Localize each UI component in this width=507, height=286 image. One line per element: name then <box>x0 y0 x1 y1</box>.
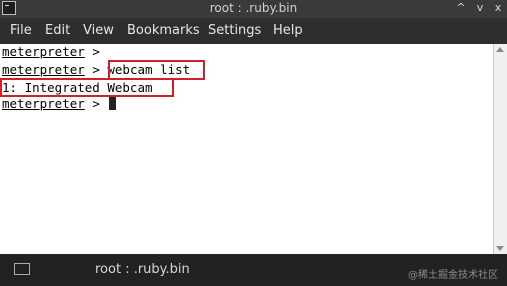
terminal-line: meterpreter > <box>2 44 107 60</box>
menu-edit[interactable]: Edit <box>45 23 70 38</box>
menu-bar: File Edit View Bookmarks Settings Help <box>0 18 507 44</box>
scroll-up-icon[interactable] <box>496 47 504 52</box>
output-highlight-box <box>0 78 174 97</box>
prompt-separator: > <box>84 62 108 77</box>
menu-view[interactable]: View <box>83 23 114 38</box>
minimize-button[interactable]: ^ <box>455 2 467 14</box>
maximize-button[interactable]: v <box>474 2 486 14</box>
menu-file[interactable]: File <box>10 23 32 38</box>
menu-help[interactable]: Help <box>273 23 303 38</box>
taskbar: root : .ruby.bin @稀土掘金技术社区 <box>0 254 507 286</box>
close-button[interactable]: x <box>492 2 504 14</box>
window-titlebar[interactable]: root : .ruby.bin ^ v x <box>0 0 507 18</box>
taskbar-window-label[interactable]: root : .ruby.bin <box>95 262 190 277</box>
vertical-scrollbar[interactable] <box>493 44 507 254</box>
terminal-prompt: meterpreter <box>2 62 85 77</box>
menu-bookmarks[interactable]: Bookmarks <box>127 23 200 38</box>
menu-settings[interactable]: Settings <box>208 23 261 38</box>
prompt-separator: > <box>84 96 108 111</box>
terminal-prompt: meterpreter <box>2 96 85 111</box>
command-highlight-box <box>108 60 205 80</box>
terminal-task-icon[interactable] <box>14 263 30 275</box>
scroll-down-icon[interactable] <box>496 246 504 251</box>
watermark-text: @稀土掘金技术社区 <box>408 270 498 281</box>
terminal-output-area[interactable]: meterpreter > meterpreter > webcam list … <box>0 44 493 254</box>
terminal-line: meterpreter > <box>2 96 117 112</box>
text-cursor <box>109 96 117 110</box>
terminal-prompt: meterpreter <box>2 44 85 59</box>
prompt-separator: > <box>84 44 108 59</box>
window-title: root : .ruby.bin <box>209 1 298 15</box>
